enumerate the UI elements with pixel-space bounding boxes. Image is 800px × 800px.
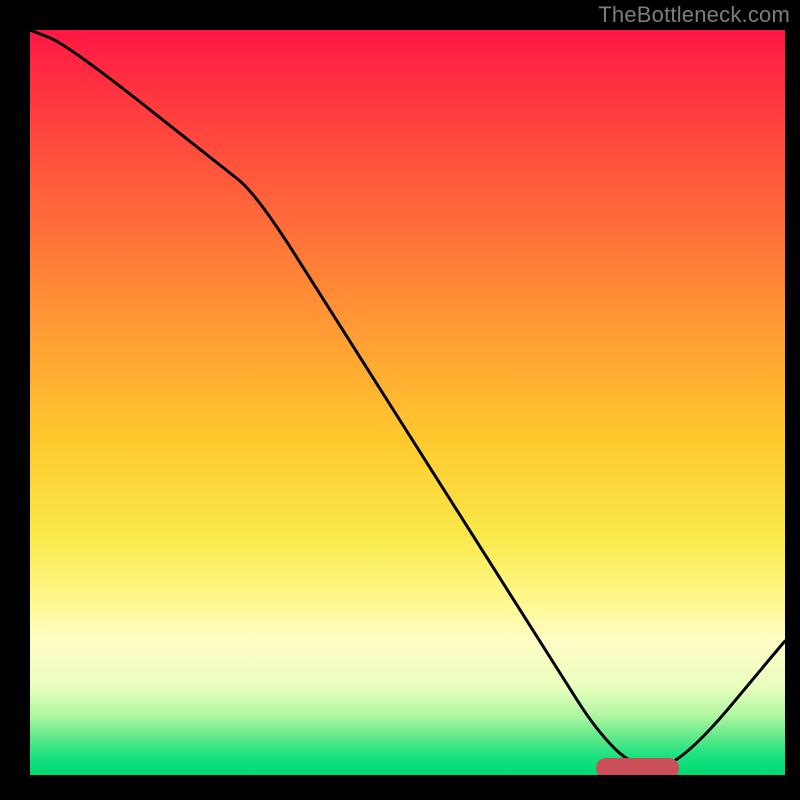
minimum-marker [596,758,679,775]
curve-path [30,30,785,768]
plot-area [30,30,785,775]
curve-svg [30,30,785,775]
watermark-text: TheBottleneck.com [598,2,790,28]
chart-frame: TheBottleneck.com [0,0,800,800]
